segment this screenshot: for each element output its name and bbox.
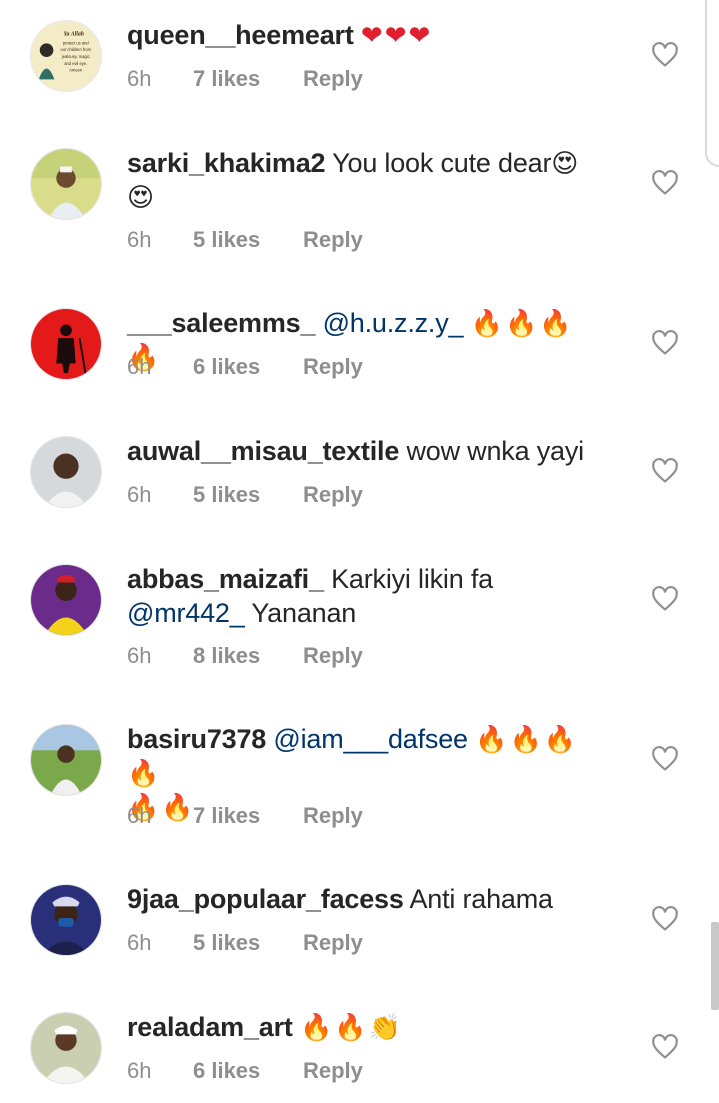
svg-text:Ameen: Ameen [69, 68, 82, 73]
comment-likes[interactable]: 6 likes [193, 354, 303, 380]
svg-text:jealousy, magic: jealousy, magic [61, 54, 90, 59]
comment-meta: 6h 5 likes Reply [127, 930, 363, 956]
mention-link[interactable]: @mr442_ [127, 598, 245, 628]
comment-username[interactable]: sarki_khakima2 [127, 148, 326, 178]
comment-body: Yananan [244, 598, 357, 628]
heart-outline-icon[interactable] [651, 1033, 679, 1061]
comment-text: queen__heemeart ❤❤❤ [127, 18, 607, 52]
comment-likes[interactable]: 5 likes [193, 930, 303, 956]
comment-body: Karkiyi likin fa [323, 564, 493, 594]
reply-button[interactable]: Reply [303, 354, 363, 380]
reply-button[interactable]: Reply [303, 643, 363, 669]
comment-username[interactable]: basiru7378 [127, 724, 266, 754]
comment-body [463, 308, 470, 338]
reply-button[interactable]: Reply [303, 482, 363, 508]
heart-outline-icon[interactable] [651, 457, 679, 485]
heart-emoji: ❤❤❤ [360, 20, 433, 50]
comment-time: 6h [127, 930, 152, 955]
comment-likes[interactable]: 7 likes [193, 803, 303, 829]
comment-body [315, 308, 322, 338]
comment-time: 6h [127, 1058, 152, 1083]
mention-link[interactable]: @h.u.z.z.y_ [323, 308, 464, 338]
comment-username[interactable]: queen__heemeart [127, 20, 354, 50]
fire-clap-emoji: 🔥🔥👏 [300, 1012, 404, 1042]
comment-likes[interactable]: 5 likes [193, 482, 303, 508]
comment-meta: 6h 6 likes Reply [127, 354, 363, 380]
avatar[interactable]: Ya Allah protect us and our children fro… [30, 20, 102, 92]
svg-text:our children from: our children from [60, 47, 91, 52]
heart-outline-icon[interactable] [651, 169, 679, 197]
comment-text: 9jaa_populaar_facess Anti rahama [127, 882, 607, 916]
heart-outline-icon[interactable] [651, 41, 679, 69]
avatar[interactable] [30, 308, 102, 380]
comment-username[interactable]: 9jaa_populaar_facess [127, 884, 404, 914]
comment-time: 6h [127, 66, 152, 91]
comment-time: 6h [127, 803, 152, 828]
heart-eyes-emoji: 😍 [127, 182, 157, 212]
avatar[interactable] [30, 436, 102, 508]
comment-likes[interactable]: 5 likes [193, 227, 303, 253]
mention-link[interactable]: @iam___dafsee [273, 724, 468, 754]
avatar[interactable] [30, 148, 102, 220]
comment-time: 6h [127, 482, 152, 507]
comment-body [293, 1012, 300, 1042]
comment-meta: 6h 5 likes Reply [127, 227, 363, 253]
comment-time: 6h [127, 227, 152, 252]
comment-time: 6h [127, 643, 152, 668]
reply-button[interactable]: Reply [303, 1058, 363, 1084]
comment-text: sarki_khakima2 You look cute dear😍 😍 [127, 146, 607, 214]
avatar[interactable] [30, 1012, 102, 1084]
scrollbar[interactable] [711, 922, 719, 1010]
comment-likes[interactable]: 7 likes [193, 66, 303, 92]
comment-username[interactable]: realadam_art [127, 1012, 293, 1042]
comment-username[interactable]: auwal__misau_textile [127, 436, 399, 466]
heart-outline-icon[interactable] [651, 329, 679, 357]
avatar[interactable] [30, 724, 102, 796]
comment-meta: 6h 7 likes Reply [127, 803, 363, 829]
heart-outline-icon[interactable] [651, 905, 679, 933]
comment-likes[interactable]: 8 likes [193, 643, 303, 669]
comment-body: Anti rahama [403, 884, 553, 914]
svg-text:and evil eye.: and evil eye. [64, 61, 87, 66]
comment-text: auwal__misau_textile wow wnka yayi [127, 434, 607, 468]
reply-button[interactable]: Reply [303, 803, 363, 829]
heart-outline-icon[interactable] [651, 745, 679, 773]
panel-edge [705, 0, 719, 167]
svg-text:protect us and: protect us and [63, 40, 89, 45]
comment-body: wow wnka yayi [399, 436, 584, 466]
comment-time: 6h [127, 354, 152, 379]
comment-text: realadam_art 🔥🔥👏 [127, 1010, 607, 1044]
comment-username[interactable]: ___saleemms_ [127, 308, 315, 338]
comment-username[interactable]: abbas_maizafi_ [127, 564, 324, 594]
heart-outline-icon[interactable] [651, 585, 679, 613]
avatar[interactable] [30, 564, 102, 636]
comment-meta: 6h 7 likes Reply [127, 66, 363, 92]
svg-text:Ya Allah: Ya Allah [64, 32, 84, 38]
comment-likes[interactable]: 6 likes [193, 1058, 303, 1084]
comment-meta: 6h 5 likes Reply [127, 482, 363, 508]
reply-button[interactable]: Reply [303, 66, 363, 92]
comment-text: abbas_maizafi_ Karkiyi likin fa @mr442_ … [127, 562, 607, 630]
comment-body: You look cute dear [325, 148, 552, 178]
reply-button[interactable]: Reply [303, 227, 363, 253]
comment-meta: 6h 6 likes Reply [127, 1058, 363, 1084]
reply-button[interactable]: Reply [303, 930, 363, 956]
heart-eyes-emoji: 😍 [551, 148, 581, 178]
avatar[interactable] [30, 884, 102, 956]
comment-meta: 6h 8 likes Reply [127, 643, 363, 669]
